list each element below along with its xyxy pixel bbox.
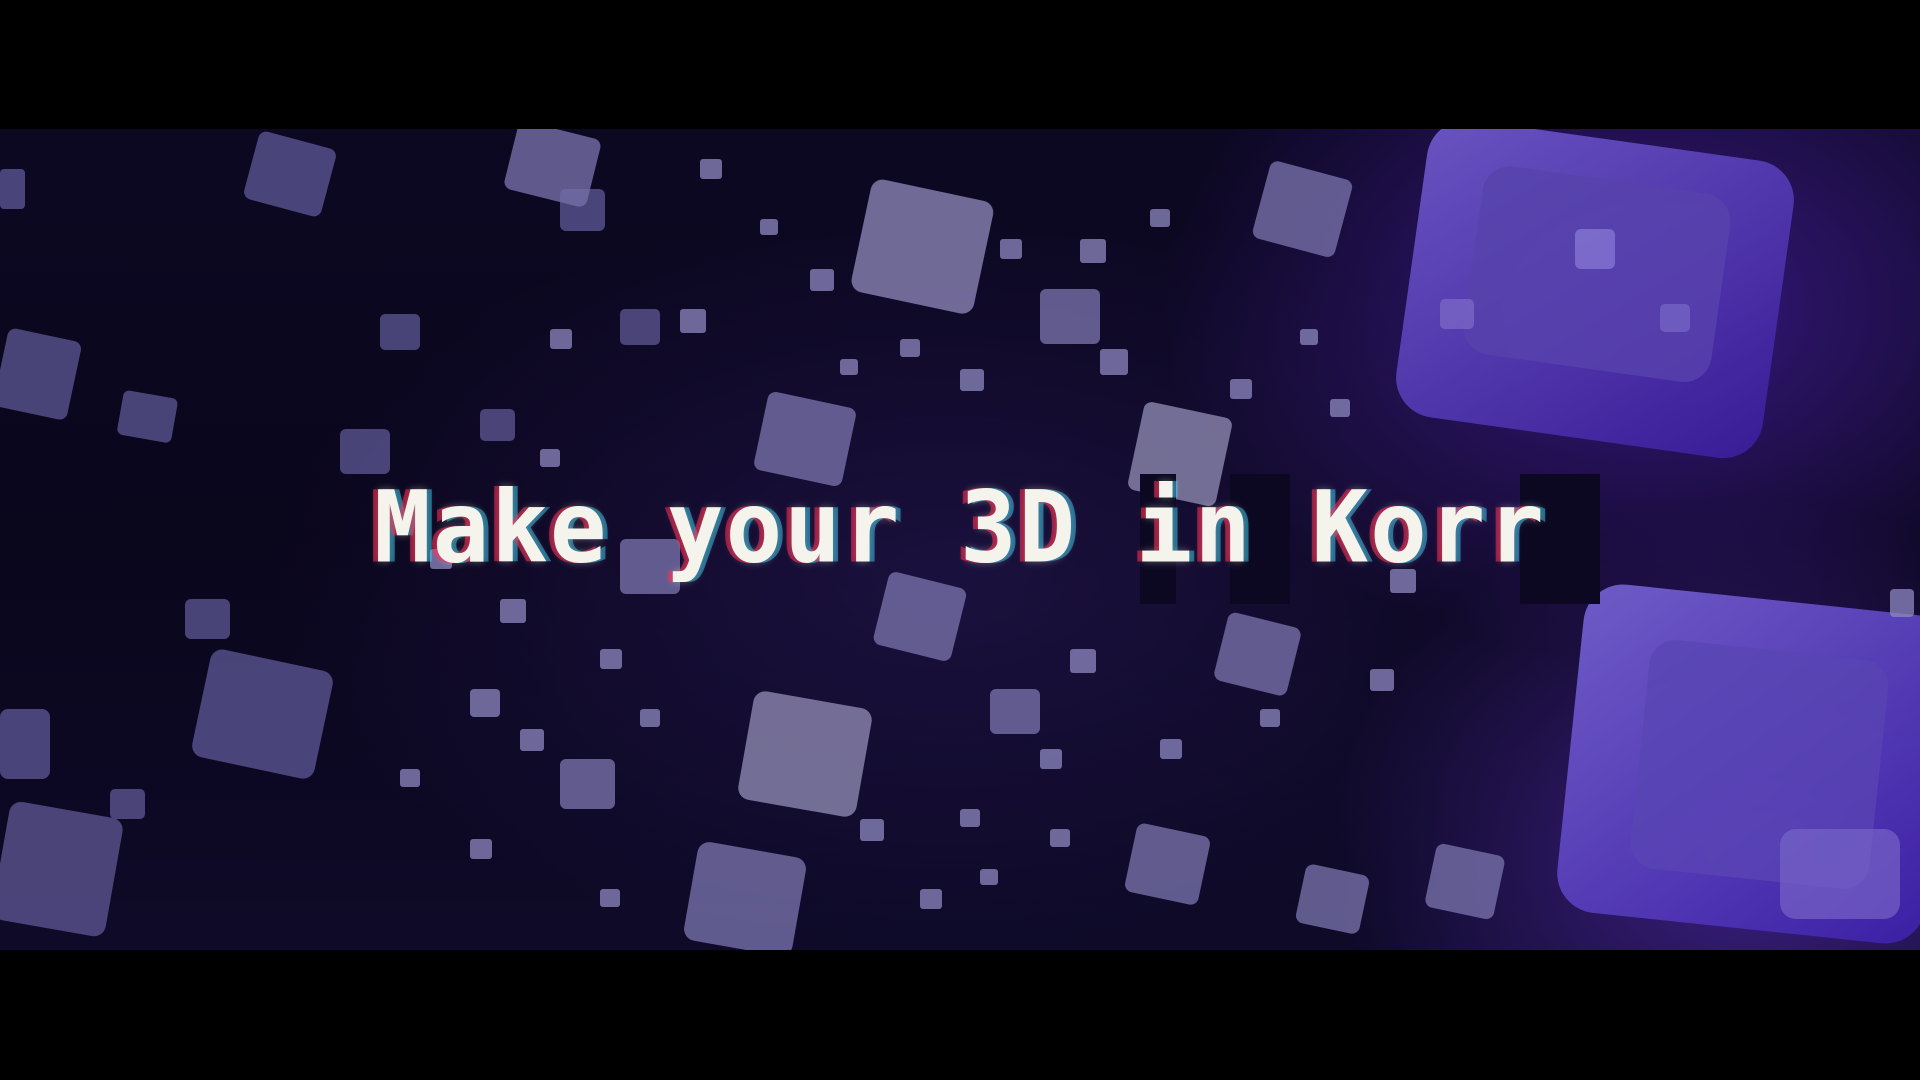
video-frame: Make your 3D in Korr bbox=[0, 0, 1920, 1080]
letterbox-top bbox=[0, 0, 1920, 129]
letterbox-bottom bbox=[0, 950, 1920, 1080]
glitch-headline: Make your 3D in Korr bbox=[374, 471, 1546, 586]
cube-scene: Make your 3D in Korr bbox=[0, 129, 1920, 950]
large-cube-top-right bbox=[1396, 129, 1794, 459]
large-cube-bottom-right bbox=[1557, 584, 1920, 944]
